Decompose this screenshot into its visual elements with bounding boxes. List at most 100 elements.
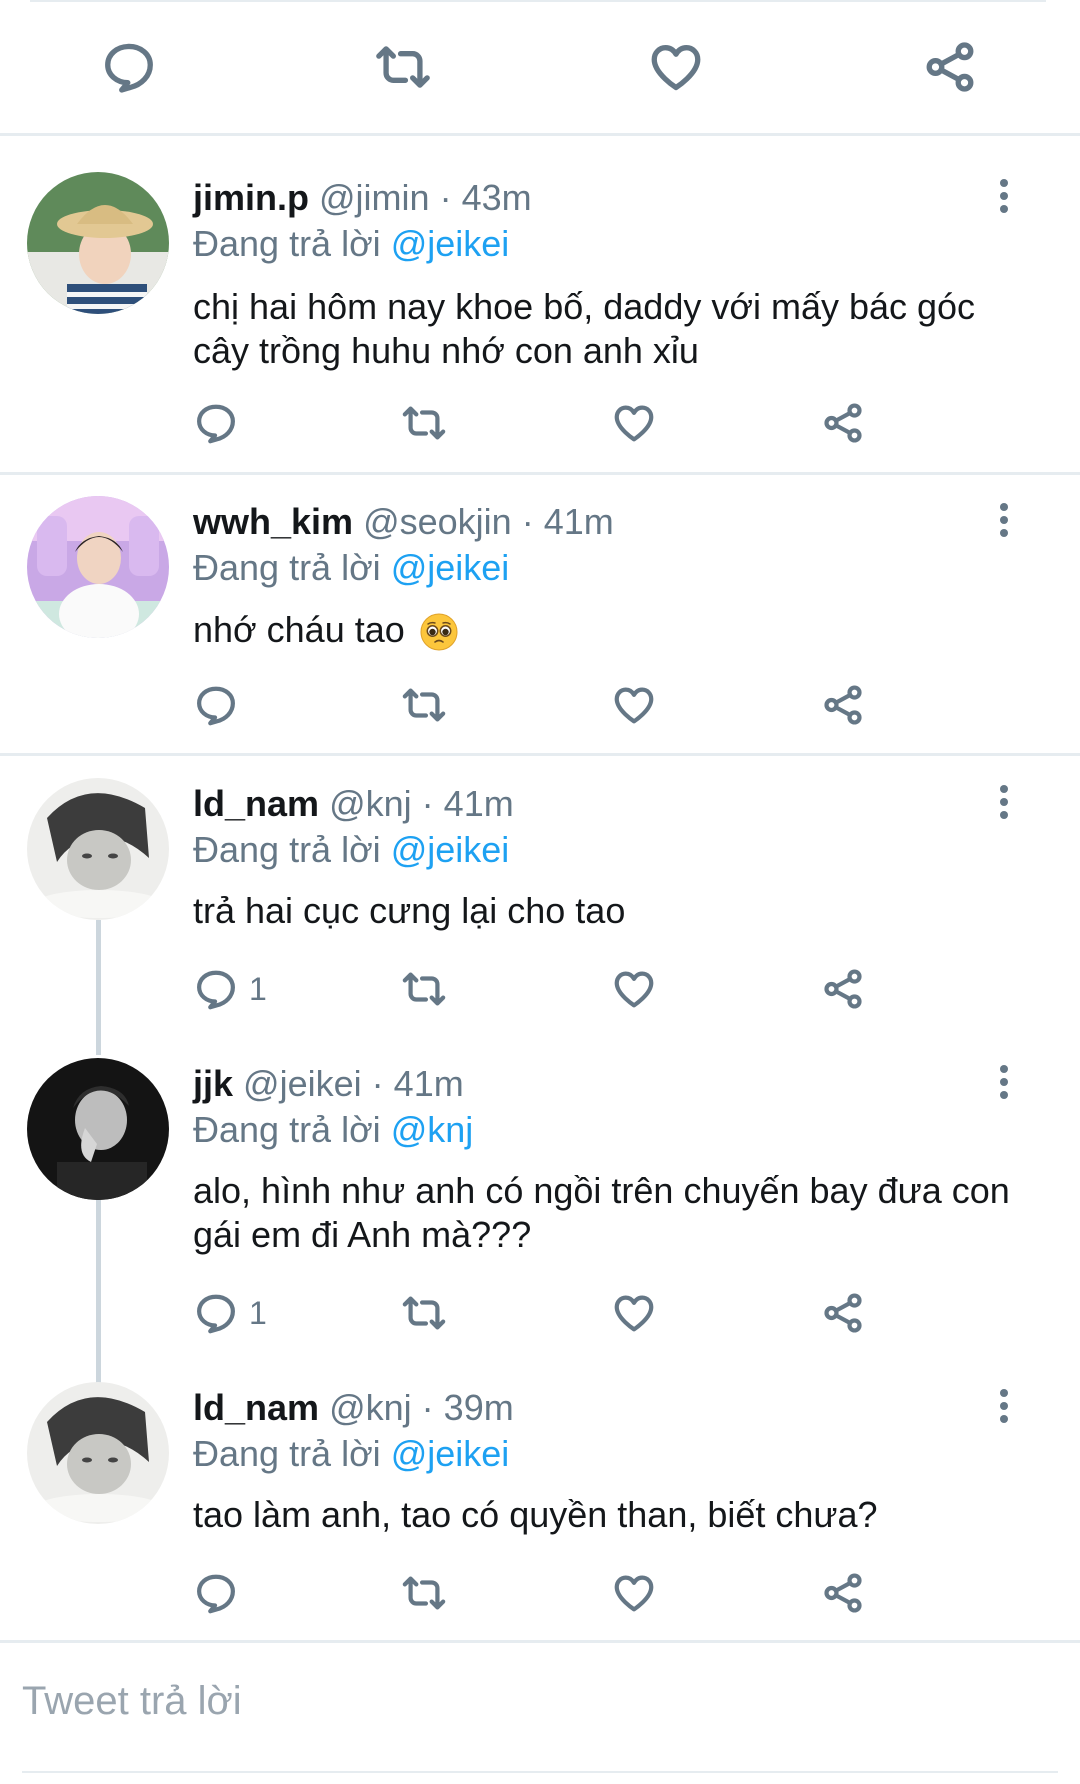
retweet-icon[interactable] — [374, 38, 432, 96]
heart-icon — [611, 400, 657, 446]
retweet-icon — [401, 400, 447, 446]
display-name[interactable]: ld_nam — [193, 1387, 319, 1428]
retweet-button[interactable] — [401, 1288, 447, 1338]
username[interactable]: @seokjin — [363, 501, 512, 542]
comment-icon[interactable] — [100, 38, 158, 96]
reply-tweet[interactable]: ld_nam @knj · 39m Đang trả lời @jeikei t… — [0, 1360, 1080, 1640]
like-button[interactable] — [611, 398, 657, 448]
share-button[interactable] — [820, 964, 866, 1014]
mention-link[interactable]: @knj — [391, 1109, 474, 1150]
share-button[interactable] — [820, 398, 866, 448]
replying-label: Đang trả lời — [193, 1109, 381, 1150]
avatar[interactable] — [27, 1058, 169, 1200]
avatar[interactable] — [27, 172, 169, 314]
more-options-icon[interactable] — [992, 782, 1016, 826]
pleading-face-emoji — [420, 613, 458, 651]
retweet-button[interactable] — [401, 680, 447, 730]
comment-icon — [193, 1290, 239, 1336]
separator: · — [421, 1387, 434, 1428]
heart-icon[interactable] — [647, 38, 705, 96]
display-name[interactable]: wwh_kim — [193, 501, 353, 542]
replying-label: Đang trả lời — [193, 547, 381, 588]
tweet-text: alo, hình như anh có ngồi trên chuyến ba… — [193, 1170, 1010, 1255]
comment-icon — [193, 1570, 239, 1616]
reply-composer — [0, 1640, 1080, 1778]
tweet-actions: 1 — [193, 1288, 893, 1338]
display-name[interactable]: jjk — [193, 1063, 233, 1104]
tweet-body: nhớ cháu tao — [193, 608, 1033, 652]
heart-icon — [611, 682, 657, 728]
retweet-button[interactable] — [401, 964, 447, 1014]
tweet-header: jimin.p @jimin · 43m — [193, 176, 532, 220]
share-icon — [820, 966, 866, 1012]
more-options-icon[interactable] — [992, 176, 1016, 220]
reply-button[interactable]: 1 — [193, 1288, 267, 1338]
replying-label: Đang trả lời — [193, 1433, 381, 1474]
reply-button[interactable]: 1 — [193, 964, 267, 1014]
share-button[interactable] — [820, 1288, 866, 1338]
tweet-text: trả hai cục cưng lại cho tao — [193, 890, 626, 931]
mention-link[interactable]: @jeikei — [391, 547, 510, 588]
username[interactable]: @knj — [329, 783, 412, 824]
replying-to: Đang trả lời @jeikei — [193, 546, 509, 590]
like-button[interactable] — [611, 1568, 657, 1618]
separator: · — [439, 177, 452, 218]
more-options-icon[interactable] — [992, 1386, 1016, 1430]
mention-link[interactable]: @jeikei — [391, 829, 510, 870]
heart-icon — [611, 1570, 657, 1616]
replying-to: Đang trả lời @knj — [193, 1108, 473, 1152]
avatar[interactable] — [27, 778, 169, 920]
heart-icon — [611, 966, 657, 1012]
timestamp[interactable]: 41m — [444, 783, 514, 824]
timestamp[interactable]: 41m — [544, 501, 614, 542]
comment-icon — [193, 682, 239, 728]
reply-button[interactable] — [193, 398, 249, 448]
tweet-header: ld_nam @knj · 39m — [193, 1386, 514, 1430]
reply-button[interactable] — [193, 1568, 249, 1618]
retweet-icon — [401, 1290, 447, 1336]
username[interactable]: @knj — [329, 1387, 412, 1428]
more-options-icon[interactable] — [992, 500, 1016, 544]
tweet-text: chị hai hôm nay khoe bố, daddy với mấy b… — [193, 286, 976, 371]
replying-label: Đang trả lời — [193, 223, 381, 264]
timestamp[interactable]: 41m — [394, 1063, 464, 1104]
username[interactable]: @jeikei — [243, 1063, 362, 1104]
retweet-button[interactable] — [401, 1568, 447, 1618]
separator: · — [371, 1063, 384, 1104]
like-button[interactable] — [611, 964, 657, 1014]
reply-button[interactable] — [193, 680, 249, 730]
timestamp[interactable]: 39m — [444, 1387, 514, 1428]
mention-link[interactable]: @jeikei — [391, 1433, 510, 1474]
comment-icon — [193, 966, 239, 1012]
replying-to: Đang trả lời @jeikei — [193, 222, 509, 266]
tweet-reply-input[interactable] — [22, 1679, 1022, 1724]
tweet-header: wwh_kim @seokjin · 41m — [193, 500, 614, 544]
reply-tweet[interactable]: jimin.p @jimin · 43m Đang trả lời @jeike… — [0, 136, 1080, 475]
share-button[interactable] — [820, 680, 866, 730]
more-options-icon[interactable] — [992, 1062, 1016, 1106]
reply-tweet[interactable]: jjk @jeikei · 41m Đang trả lời @knj alo,… — [0, 1036, 1080, 1360]
share-button[interactable] — [820, 1568, 866, 1618]
like-button[interactable] — [611, 1288, 657, 1338]
replying-label: Đang trả lời — [193, 829, 381, 870]
composer-divider — [22, 1771, 1058, 1773]
reply-tweet[interactable]: ld_nam @knj · 41m Đang trả lời @jeikei t… — [0, 756, 1080, 1036]
mention-link[interactable]: @jeikei — [391, 223, 510, 264]
display-name[interactable]: ld_nam — [193, 783, 319, 824]
timestamp[interactable]: 43m — [462, 177, 532, 218]
username[interactable]: @jimin — [319, 177, 430, 218]
tweet-actions — [193, 398, 893, 448]
separator: · — [421, 783, 434, 824]
avatar[interactable] — [27, 496, 169, 638]
tweet-header: ld_nam @knj · 41m — [193, 782, 514, 826]
share-icon[interactable] — [921, 38, 979, 96]
like-button[interactable] — [611, 680, 657, 730]
display-name[interactable]: jimin.p — [193, 177, 309, 218]
retweet-icon — [401, 966, 447, 1012]
tweet-actions — [193, 680, 893, 730]
retweet-button[interactable] — [401, 398, 447, 448]
avatar[interactable] — [27, 1382, 169, 1524]
tweet-header: jjk @jeikei · 41m — [193, 1062, 464, 1106]
share-icon — [820, 1290, 866, 1336]
reply-tweet[interactable]: wwh_kim @seokjin · 41m Đang trả lời @jei… — [0, 475, 1080, 756]
